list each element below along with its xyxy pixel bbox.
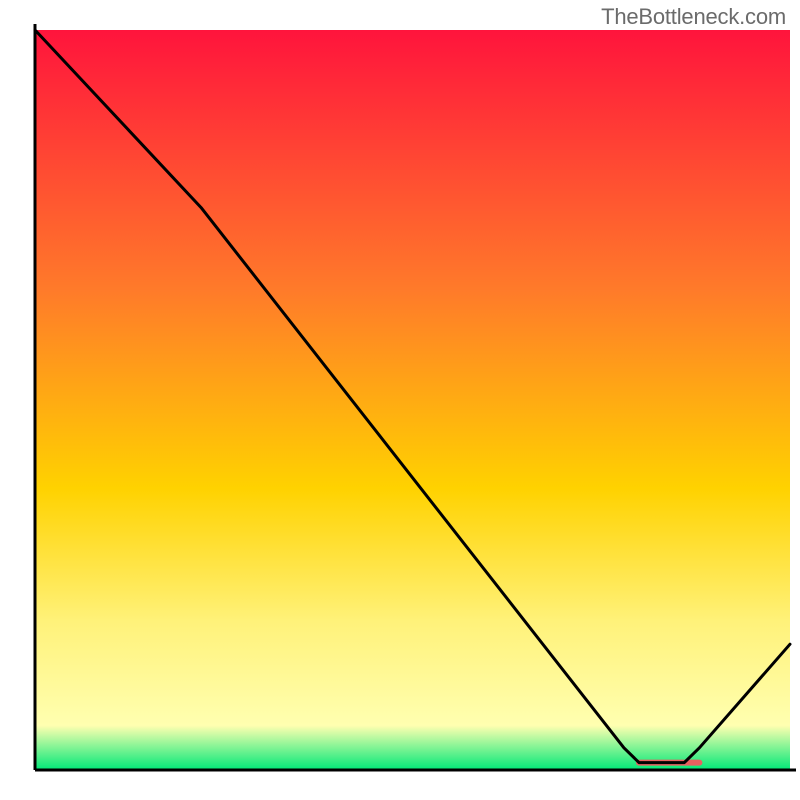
plot-background: [35, 30, 790, 770]
bottleneck-chart: [0, 0, 800, 800]
chart-container: { "watermark": "TheBottleneck.com", "col…: [0, 0, 800, 800]
